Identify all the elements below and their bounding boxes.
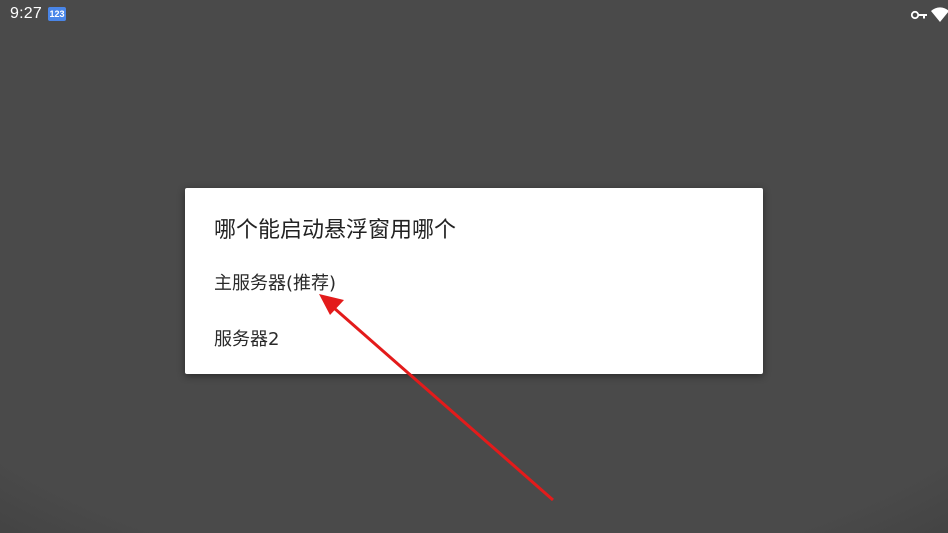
option-main-server[interactable]: 主服务器(推荐) xyxy=(185,255,763,305)
choose-server-dialog: 哪个能启动悬浮窗用哪个 主服务器(推荐) 服务器2 xyxy=(185,188,763,374)
option-main-server-label: 主服务器(推荐) xyxy=(214,273,337,294)
status-bar: 9:27 123 xyxy=(0,0,948,30)
dialog-title: 哪个能启动悬浮窗用哪个 xyxy=(214,218,457,243)
keyboard-123-icon: 123 xyxy=(48,7,66,21)
option-server-2[interactable]: 服务器2 xyxy=(185,311,763,361)
wifi-icon xyxy=(931,7,948,22)
option-server-2-label: 服务器2 xyxy=(214,329,280,350)
status-time: 9:27 xyxy=(10,5,42,22)
key-icon xyxy=(910,10,927,20)
